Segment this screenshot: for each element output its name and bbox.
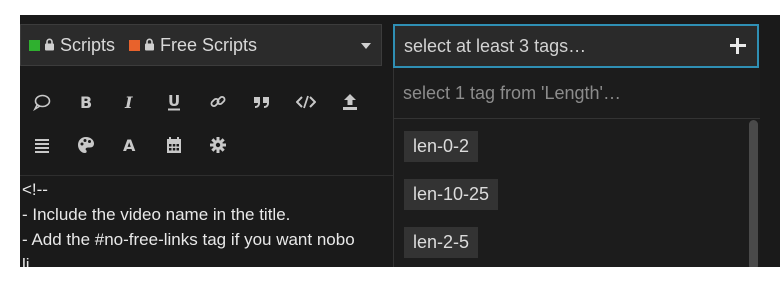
italic-icon[interactable]: I [108,84,152,120]
palette-icon[interactable] [64,127,108,163]
editor-line: <!-- [22,180,48,199]
category-label-scripts: Scripts [60,34,116,55]
svg-text:U: U [168,92,180,110]
tag-input-placeholder: select at least 3 tags… [404,35,587,56]
tag-option[interactable]: len-2-5 [404,227,479,258]
formatting-toolbar: B I U A [20,75,394,176]
lock-icon [44,35,55,56]
list-icon[interactable] [20,127,64,163]
upload-icon[interactable] [328,84,372,120]
editor-line: - Include the video name in the title. [22,205,291,224]
svg-text:A: A [123,136,136,154]
underline-icon[interactable]: U [152,84,196,120]
tag-dropdown-hint: select 1 tag from 'Length'… [394,68,760,119]
tag-dropdown: select 1 tag from 'Length'… len-0-2 len-… [393,68,760,267]
add-tag-icon[interactable] [723,31,753,61]
dropdown-scrollbar[interactable] [749,120,758,267]
tag-option-list: len-0-2 len-10-25 len-2-5 [404,131,499,267]
chevron-down-icon[interactable] [361,43,371,49]
quote-icon[interactable] [240,84,284,120]
category-label-free-scripts: Free Scripts [160,34,258,55]
editor-line: li... [22,255,44,267]
svg-text:I: I [124,93,133,111]
gear-icon[interactable] [196,127,240,163]
free-scripts-color-swatch [129,39,141,51]
post-editor-panel: Scripts Free Scripts B I U A <!-- - Incl… [20,15,780,267]
svg-text:B: B [80,93,92,111]
post-body-editor[interactable]: <!-- - Include the video name in the tit… [20,177,396,267]
bold-icon[interactable]: B [64,84,108,120]
speech-bubble-icon[interactable] [20,84,64,120]
tag-option[interactable]: len-0-2 [404,131,479,162]
scripts-color-swatch [29,39,40,51]
category-select[interactable]: Scripts Free Scripts [20,24,382,66]
tag-search-input[interactable]: select at least 3 tags… [393,24,759,68]
tag-option[interactable]: len-10-25 [404,179,499,210]
editor-line: - Add the #no-free-links tag if you want… [22,230,355,249]
link-icon[interactable] [196,84,240,120]
code-icon[interactable] [284,84,328,120]
font-icon[interactable]: A [108,127,152,163]
lock-icon [144,35,155,56]
calendar-icon[interactable] [152,127,196,163]
